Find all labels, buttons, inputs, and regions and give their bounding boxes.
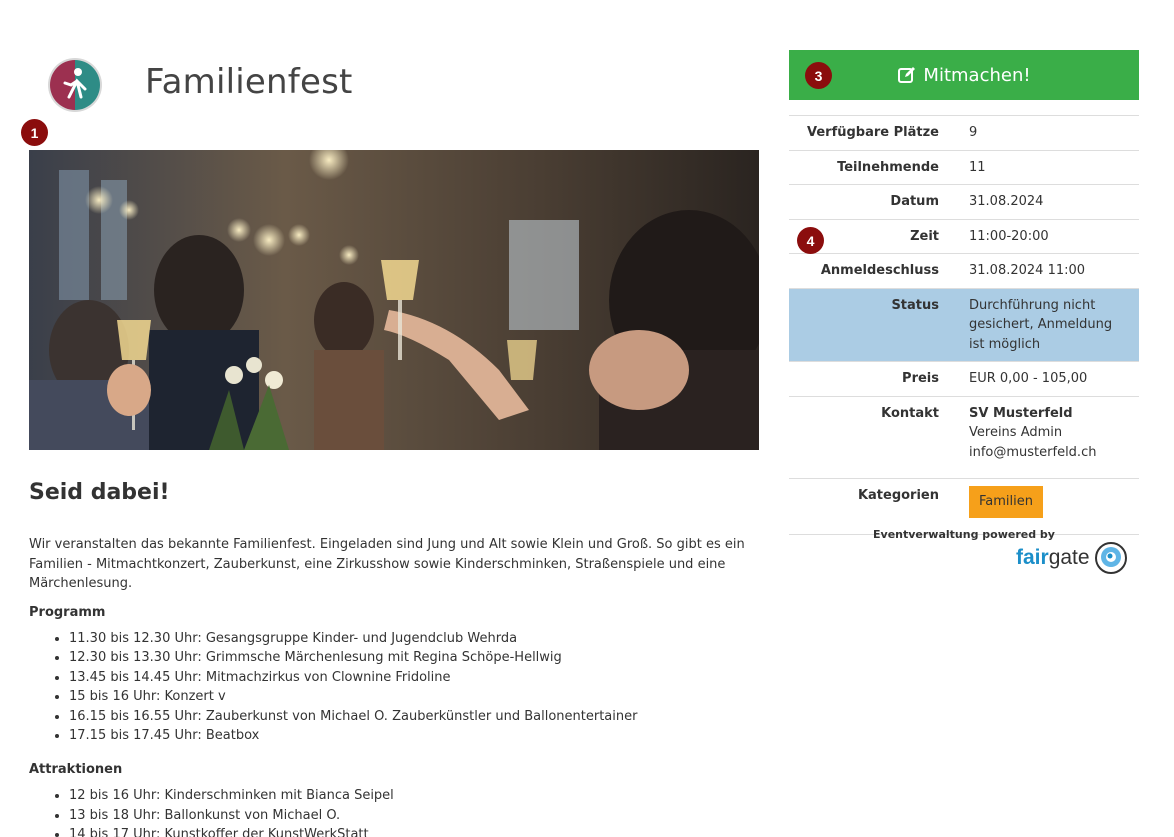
table-row: Kontakt SV Musterfeld Vereins Admin info… [789, 395, 1139, 479]
detail-label: Teilnehmende [789, 149, 959, 185]
event-description: Seid dabei! Wir veranstalten das bekannt… [29, 480, 769, 837]
detail-value: 31.08.2024 11:00 [959, 253, 1139, 288]
contact-person: Vereins Admin [969, 425, 1063, 440]
list-item: 13 bis 18 Uhr: Ballonkunst von Michael O… [69, 806, 769, 826]
page-title: Familienfest [145, 62, 353, 102]
club-logo [47, 57, 103, 113]
detail-value: EUR 0,00 - 105,00 [959, 361, 1139, 396]
event-details-table: Verfügbare Plätze 9 Teilnehmende 11 Datu… [789, 115, 1139, 535]
detail-label: Kontakt [789, 395, 959, 479]
hero-image [29, 150, 759, 450]
table-row: Zeit 11:00-20:00 [789, 218, 1139, 254]
marker-4: 4 [797, 227, 824, 254]
list-item: 16.15 bis 16.55 Uhr: Zauberkunst von Mic… [69, 707, 769, 727]
fairgate-logo[interactable]: fairgate [1016, 541, 1128, 575]
contact-block: SV Musterfeld Vereins Admin info@musterf… [959, 395, 1139, 479]
contact-name: SV Musterfeld [969, 405, 1073, 421]
table-row: Preis EUR 0,00 - 105,00 [789, 361, 1139, 396]
detail-label: Kategorien [789, 478, 959, 535]
section-heading: Seid dabei! [29, 480, 170, 505]
detail-value: 11 [959, 149, 1139, 185]
table-row: Anmeldeschluss 31.08.2024 11:00 [789, 253, 1139, 288]
detail-value: 31.08.2024 [959, 184, 1139, 219]
signup-label: Mitmachen! [923, 64, 1031, 86]
attraktionen-heading: Attraktionen [29, 762, 123, 778]
list-item: 15 bis 16 Uhr: Konzert v [69, 687, 769, 707]
detail-label: Preis [789, 361, 959, 396]
detail-value: 9 [959, 115, 1139, 150]
detail-label: Status [789, 287, 959, 362]
programm-list: 11.30 bis 12.30 Uhr: Gesangsgruppe Kinde… [29, 629, 769, 747]
table-row: Teilnehmende 11 [789, 149, 1139, 185]
fairgate-swirl-icon [1094, 542, 1127, 574]
category-cell: Familien [959, 478, 1139, 535]
table-row: Verfügbare Plätze 9 [789, 115, 1139, 150]
list-item: 11.30 bis 12.30 Uhr: Gesangsgruppe Kinde… [69, 629, 769, 649]
list-item: 12 bis 16 Uhr: Kinderschminken mit Bianc… [69, 786, 769, 806]
category-badge[interactable]: Familien [969, 486, 1043, 518]
status-value: Durchführung nicht gesichert, Anmeldung … [959, 287, 1139, 362]
signup-button[interactable]: Mitmachen! [789, 50, 1139, 100]
brand-gate: gate [1048, 546, 1090, 569]
marker-3: 3 [805, 62, 832, 89]
contact-email[interactable]: info@musterfeld.ch [969, 443, 1129, 463]
attraktionen-list: 12 bis 16 Uhr: Kinderschminken mit Bianc… [29, 786, 769, 837]
powered-by-text: Eventverwaltung powered by [873, 528, 1055, 541]
list-item: 13.45 bis 14.45 Uhr: Mitmachzirkus von C… [69, 668, 769, 688]
list-item: 12.30 bis 13.30 Uhr: Grimmsche Märchenle… [69, 648, 769, 668]
table-row: Datum 31.08.2024 [789, 184, 1139, 219]
brand-fair: fair [1016, 546, 1049, 569]
edit-icon [898, 67, 916, 83]
detail-label: Anmeldeschluss [789, 253, 959, 288]
list-item: 17.15 bis 17.45 Uhr: Beatbox [69, 726, 769, 746]
detail-label: Verfügbare Plätze [789, 115, 959, 150]
programm-heading: Programm [29, 604, 106, 620]
detail-label: Datum [789, 184, 959, 219]
intro-text: Wir veranstalten das bekannte Familienfe… [29, 537, 745, 591]
detail-value: 11:00-20:00 [959, 218, 1139, 254]
marker-1: 1 [21, 119, 48, 146]
table-row-status: Status Durchführung nicht gesichert, Anm… [789, 287, 1139, 362]
table-row: Kategorien Familien [789, 478, 1139, 535]
list-item: 14 bis 17 Uhr: Kunstkoffer der KunstWerk… [69, 825, 769, 837]
